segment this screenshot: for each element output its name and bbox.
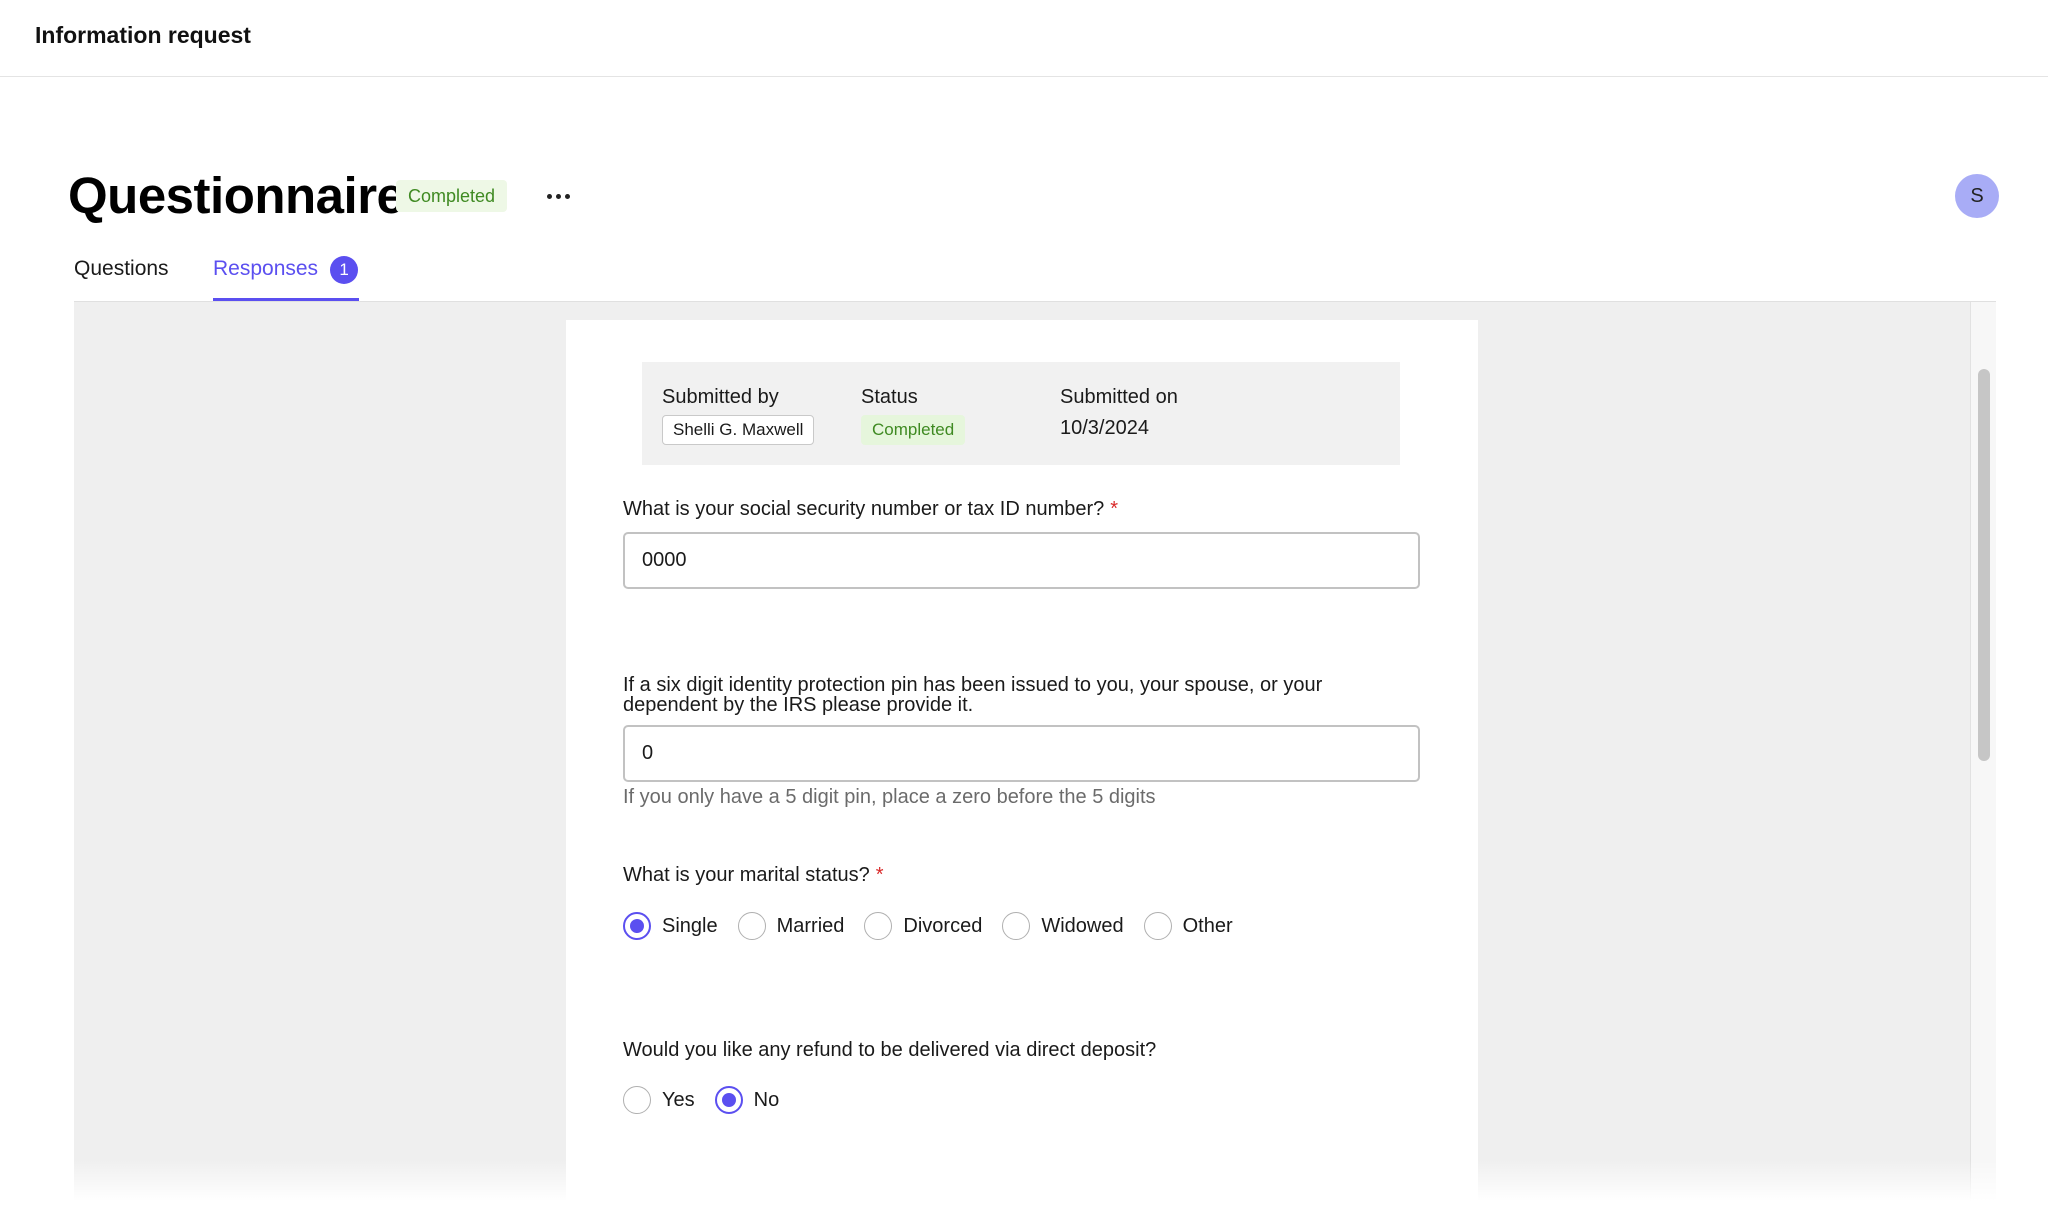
radio-married[interactable] bbox=[737, 912, 766, 940]
pin-hint: If you only have a 5 digit pin, place a … bbox=[623, 786, 1156, 808]
submitted-by-label: Submitted by bbox=[662, 386, 779, 408]
radio-option-married[interactable]: Married bbox=[737, 912, 844, 940]
marital-question-text: What is your marital status? bbox=[623, 864, 870, 886]
responses-panel: Submitted by Shelli G. Maxwell Status Co… bbox=[74, 301, 1996, 1207]
ssn-question-label: What is your social security number or t… bbox=[623, 499, 1118, 519]
direct-deposit-radio-group: Yes No bbox=[623, 1086, 799, 1114]
status-badge: Completed bbox=[396, 180, 508, 212]
submission-summary: Submitted by Shelli G. Maxwell Status Co… bbox=[642, 362, 1400, 465]
radio-widowed[interactable] bbox=[1002, 912, 1031, 940]
radio-divorced[interactable] bbox=[864, 912, 893, 940]
radio-option-widowed[interactable]: Widowed bbox=[1002, 912, 1124, 940]
radio-option-other[interactable]: Other bbox=[1143, 912, 1233, 940]
deposit-question-label: Would you like any refund to be delivere… bbox=[623, 1039, 1157, 1061]
radio-option-single[interactable]: Single bbox=[623, 912, 718, 940]
tab-responses[interactable]: Responses 1 bbox=[213, 256, 360, 301]
page-title: Questionnaire bbox=[68, 167, 405, 224]
ssn-field[interactable]: 0000 bbox=[623, 532, 1420, 589]
avatar[interactable]: S bbox=[1955, 174, 1999, 218]
radio-option-yes[interactable]: Yes bbox=[623, 1086, 695, 1114]
radio-single[interactable] bbox=[623, 912, 651, 940]
submitted-on-field: Submitted on 10/3/2024 bbox=[1060, 386, 1178, 440]
required-mark: * bbox=[875, 864, 884, 886]
status-label: Status bbox=[861, 386, 918, 408]
status-value-badge: Completed bbox=[861, 415, 966, 445]
bottom-fade bbox=[0, 1160, 2048, 1219]
tab-questions[interactable]: Questions bbox=[74, 257, 169, 301]
required-mark: * bbox=[1110, 498, 1119, 520]
tab-label: Questions bbox=[74, 257, 169, 280]
ellipsis-icon bbox=[546, 193, 552, 199]
radio-no[interactable] bbox=[714, 1086, 743, 1114]
top-bar: Information request bbox=[0, 0, 2048, 77]
scrollbar-thumb[interactable] bbox=[1978, 369, 1990, 761]
more-options-button[interactable] bbox=[540, 180, 576, 212]
tab-label: Responses bbox=[213, 257, 319, 280]
radio-option-no[interactable]: No bbox=[714, 1086, 779, 1114]
ssn-question-text: What is your social security number or t… bbox=[623, 498, 1105, 520]
response-card: Submitted by Shelli G. Maxwell Status Co… bbox=[566, 320, 1478, 1207]
submitter-chip: Shelli G. Maxwell bbox=[662, 415, 815, 445]
status-field: Status Completed bbox=[861, 386, 966, 445]
submitted-on-value: 10/3/2024 bbox=[1060, 417, 1149, 439]
radio-other[interactable] bbox=[1143, 912, 1172, 940]
submitted-by-field: Submitted by Shelli G. Maxwell bbox=[662, 386, 815, 445]
app-title: Information request bbox=[35, 22, 251, 48]
responses-count-badge: 1 bbox=[330, 256, 359, 284]
pin-question-label: If a six digit identity protection pin h… bbox=[623, 674, 1323, 716]
radio-yes[interactable] bbox=[623, 1086, 651, 1114]
marital-question-label: What is your marital status? * bbox=[623, 865, 884, 885]
marital-status-radio-group: Single Married Divorced Widowed Other bbox=[623, 912, 1253, 940]
vertical-scrollbar[interactable] bbox=[1970, 302, 1996, 1207]
submitted-on-label: Submitted on bbox=[1060, 386, 1178, 408]
radio-option-divorced[interactable]: Divorced bbox=[864, 912, 982, 940]
pin-field[interactable]: 0 bbox=[623, 725, 1420, 782]
